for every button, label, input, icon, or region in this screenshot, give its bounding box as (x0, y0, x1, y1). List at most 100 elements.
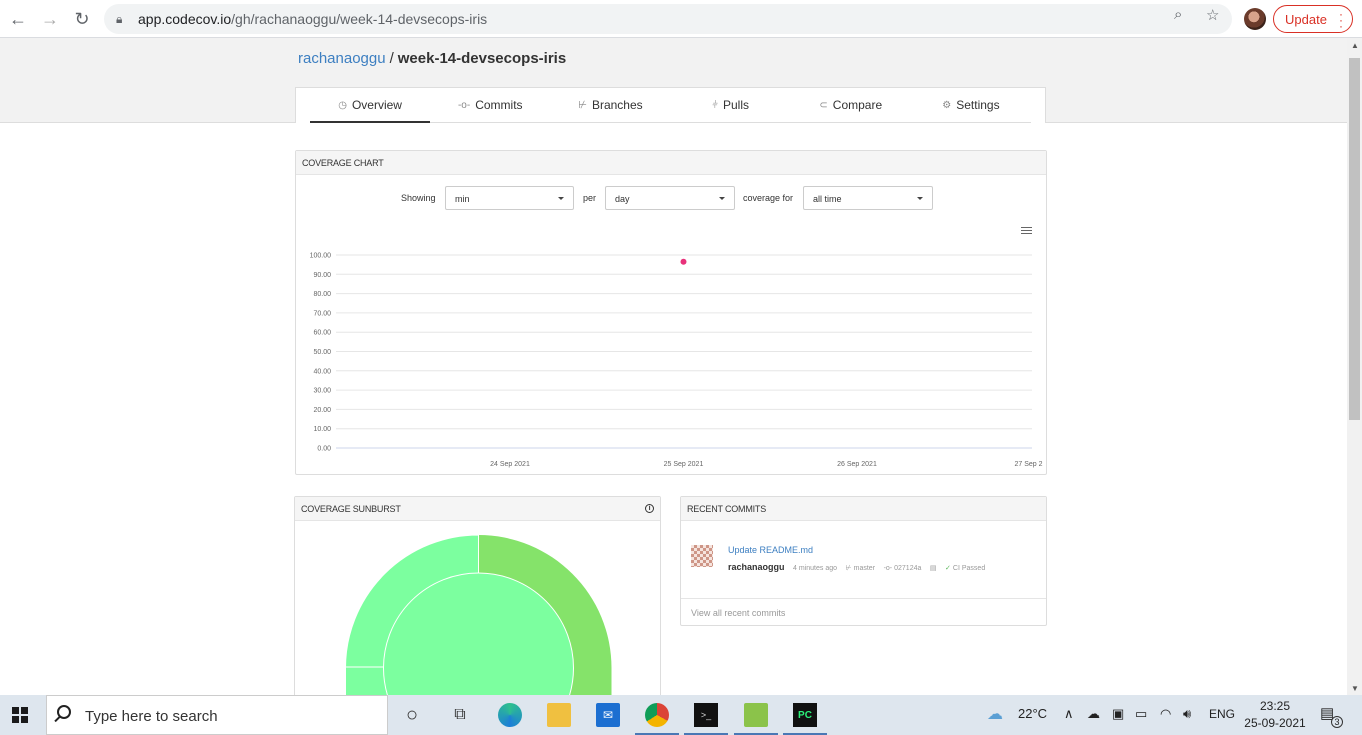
browser-toolbar: ← → ↻ 🔒︎ app.codecov.io/gh/rachanaoggu/w… (0, 0, 1362, 38)
commit-author[interactable]: rachanaoggu (728, 562, 785, 572)
reload-icon[interactable]: ↻ (66, 3, 98, 35)
y-tick-label: 60.00 (313, 330, 331, 337)
sunburst-chart (345, 534, 612, 695)
commit-branch[interactable]: master (854, 565, 875, 572)
zoom-icon[interactable]: ⌕ (1174, 6, 1182, 23)
taskbar-clock[interactable]: 23:25 25-09-2021 (1240, 698, 1310, 732)
commit-sha[interactable]: 027124a (894, 565, 921, 572)
search-placeholder: Type here to search (85, 708, 218, 725)
coverage-sunburst-header: COVERAGE SUNBURST i (295, 497, 660, 521)
tab-overview[interactable]: ◷ Overview (310, 88, 431, 123)
branch-icon: ⊬ (578, 99, 587, 111)
url-host: app.codecov.io (138, 11, 232, 27)
clock-time: 23:25 (1259, 699, 1291, 713)
menu-dots-icon[interactable]: · · · (1339, 8, 1343, 32)
file-explorer-icon[interactable] (547, 703, 571, 727)
mail-icon[interactable]: ✉ (596, 703, 620, 727)
breadcrumb-separator: / (389, 50, 394, 67)
page-scrollbar[interactable]: ▲ ▼ (1347, 38, 1362, 695)
coverage-point[interactable] (680, 258, 687, 265)
pull-icon: ⫩ (712, 99, 718, 111)
search-icon (57, 705, 71, 719)
coverage-sunburst-panel: COVERAGE SUNBURST i (294, 496, 661, 695)
view-all-commits-link[interactable]: View all recent commits (681, 598, 1046, 627)
commit-icon: -o- (457, 99, 471, 111)
edge-icon[interactable] (498, 703, 522, 727)
forward-icon[interactable]: → (34, 3, 66, 35)
cortana-icon[interactable]: ○ (400, 703, 424, 727)
x-tick-label: 27 Sep 2 (1015, 461, 1043, 468)
avatar (691, 545, 713, 567)
x-tick-label: 25 Sep 2021 (664, 461, 704, 468)
terminal-icon[interactable]: >_ (694, 703, 718, 727)
tab-settings[interactable]: ⚙ Settings (911, 88, 1031, 122)
y-tick-label: 50.00 (313, 349, 331, 356)
clock-date: 25-09-2021 (1244, 716, 1306, 730)
scroll-down-icon[interactable]: ▼ (1351, 684, 1359, 693)
back-icon[interactable]: ← (2, 3, 34, 35)
breadcrumb: rachanaoggu / week-14-devsecops-iris (298, 50, 566, 67)
owner-link[interactable]: rachanaoggu (298, 50, 386, 67)
notification-count: 3 (1331, 716, 1343, 728)
weather-cloud-icon[interactable]: ☁ (987, 704, 1003, 724)
y-tick-label: 70.00 (313, 310, 331, 317)
y-tick-label: 40.00 (313, 368, 331, 375)
commit-message-link[interactable]: Update README.md (728, 545, 813, 555)
repo-header: rachanaoggu / week-14-devsecops-iris ◷ Over… (0, 38, 1347, 123)
chrome-icon[interactable] (645, 703, 669, 727)
info-icon[interactable]: i (645, 504, 654, 513)
wifi-icon[interactable]: ◠ (1160, 706, 1171, 722)
bookmark-star-icon[interactable]: ☆ (1206, 6, 1219, 24)
tab-compare[interactable]: ⊂ Compare (791, 88, 911, 122)
volume-icon[interactable]: 🔊︎ (1183, 706, 1191, 722)
y-tick-label: 30.00 (313, 388, 331, 395)
weather-temp[interactable]: 22°C (1018, 706, 1047, 721)
y-tick-label: 100.00 (310, 253, 332, 260)
tab-label: Compare (832, 98, 883, 112)
y-tick-label: 0.00 (317, 446, 331, 453)
tab-label: Pulls (722, 98, 749, 112)
coverage-chart-panel: COVERAGE CHART Showing min per day cover… (295, 150, 1047, 475)
y-tick-label: 10.00 (313, 426, 331, 433)
windows-taskbar: Type here to search ○ ⧉ ✉ >_ PC ☁ 22°C ∧… (0, 695, 1362, 735)
tab-label: Commits (475, 98, 523, 112)
commit-time: 4 minutes ago (793, 565, 838, 572)
language-indicator[interactable]: ENG (1209, 707, 1235, 721)
task-view-icon[interactable]: ⧉ (448, 703, 472, 727)
lock-icon: 🔒︎ (116, 11, 123, 26)
tab-pulls[interactable]: ⫩ Pulls (671, 88, 791, 122)
windows-start-icon[interactable] (12, 707, 28, 723)
recent-commits-header: RECENT COMMITS (681, 497, 1046, 521)
meet-icon[interactable]: ▣ (1112, 706, 1124, 722)
update-button[interactable]: Update · · · (1273, 5, 1353, 33)
x-tick-label: 26 Sep 2021 (837, 461, 877, 468)
address-bar[interactable]: 🔒︎ app.codecov.io/gh/rachanaoggu/week-14… (104, 4, 1232, 34)
tab-commits[interactable]: -o- Commits (430, 88, 550, 122)
tab-label: Overview (351, 98, 402, 112)
check-icon: ✓ (945, 565, 951, 572)
dashboard-icon: ◷ (338, 99, 347, 111)
scrollbar-thumb[interactable] (1349, 58, 1360, 420)
list-item: Update README.md rachanaoggu 4 minutes a… (691, 543, 1036, 583)
pycharm-icon[interactable]: PC (793, 703, 817, 727)
taskbar-search-input[interactable]: Type here to search (46, 695, 388, 735)
onedrive-icon[interactable]: ☁ (1087, 706, 1100, 722)
commit-meta: rachanaoggu 4 minutes ago ⊬ master -o- 027… (728, 562, 985, 572)
repo-tabs: ◷ Overview -o- Commits ⊬ Branches ⫩ Pulls ⊂ C… (295, 87, 1046, 123)
profile-avatar[interactable] (1244, 8, 1266, 30)
compare-icon: ⊂ (819, 99, 828, 111)
tab-label: Branches (591, 98, 643, 112)
gear-icon: ⚙ (942, 99, 952, 111)
repo-name: week-14-devsecops-iris (397, 50, 567, 67)
coverage-chart-header: COVERAGE CHART (296, 151, 1046, 175)
x-tick-label: 24 Sep 2021 (490, 461, 530, 468)
sunburst-title: COVERAGE SUNBURST (301, 504, 401, 514)
recent-commits-panel: RECENT COMMITS Update README.md rachanao… (680, 496, 1047, 626)
tab-branches[interactable]: ⊬ Branches (550, 88, 670, 122)
chevron-up-icon[interactable]: ∧ (1064, 706, 1074, 722)
notepad-icon[interactable] (744, 703, 768, 727)
battery-icon[interactable]: ▭ (1135, 706, 1147, 722)
scroll-up-icon[interactable]: ▲ (1351, 41, 1359, 50)
y-tick-label: 80.00 (313, 291, 331, 298)
branch-icon: ⊬ (845, 565, 852, 572)
